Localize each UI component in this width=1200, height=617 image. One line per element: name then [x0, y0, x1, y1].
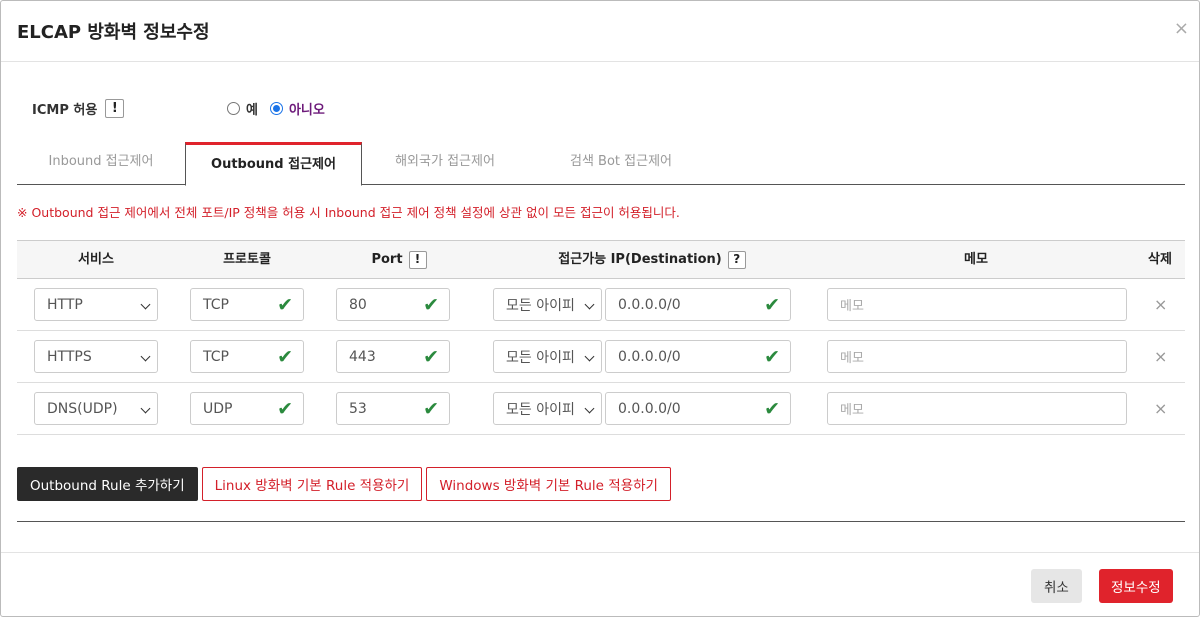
close-icon[interactable]: × — [1174, 18, 1189, 39]
delete-row-icon[interactable]: × — [1154, 399, 1167, 418]
header-destination-cell: 접근가능 IP(Destination)? — [479, 241, 825, 279]
service-select[interactable]: HTTP — [34, 288, 158, 321]
check-icon: ✔ — [277, 346, 293, 368]
icmp-label: ICMP 허용 — [32, 102, 98, 118]
outbound-notice: ※ Outbound 접근 제어에서 전체 포트/IP 정책을 허용 시 Inb… — [17, 205, 680, 220]
destination-help-icon[interactable]: ? — [727, 250, 746, 269]
header-port-cell: Port! — [319, 241, 479, 279]
port-info-icon[interactable]: ! — [408, 250, 427, 269]
check-icon: ✔ — [423, 294, 439, 316]
outbound-rule-table: 서비스 프로토콜 Port! 접근가능 IP(Destination)? 메모 … — [17, 240, 1185, 435]
tab-inbound[interactable]: Inbound 접근제어 — [17, 142, 185, 185]
ip-type-select[interactable]: 모든 아이피 — [493, 340, 602, 373]
ip-type-select[interactable]: 모든 아이피 — [493, 288, 602, 321]
cancel-button[interactable]: 취소 — [1031, 569, 1082, 603]
protocol-value: TCP — [203, 348, 229, 365]
save-button[interactable]: 정보수정 — [1099, 569, 1173, 603]
port-field[interactable]: 80 ✔ — [336, 288, 450, 321]
ip-type-select[interactable]: 모든 아이피 — [493, 392, 602, 425]
access-control-tabs: Inbound 접근제어 Outbound 접근제어 해외국가 접근제어 검색 … — [17, 142, 1185, 186]
protocol-value: UDP — [203, 400, 233, 417]
protocol-field[interactable]: TCP ✔ — [190, 288, 304, 321]
dialog-header: ELCAP 방화벽 정보수정 × — [1, 1, 1199, 62]
service-select[interactable]: DNS(UDP) — [34, 392, 158, 425]
protocol-field[interactable]: TCP ✔ — [190, 340, 304, 373]
header-port: Port — [371, 252, 403, 267]
ip-field[interactable]: 0.0.0.0/0 ✔ — [605, 340, 791, 373]
check-icon: ✔ — [764, 398, 780, 420]
port-value: 80 — [349, 296, 367, 313]
dialog-footer: 취소 정보수정 — [1, 552, 1199, 617]
add-outbound-rule-button[interactable]: Outbound Rule 추가하기 — [17, 467, 198, 501]
port-field[interactable]: 53 ✔ — [336, 392, 450, 425]
table-row: HTTP TCP ✔ 80 ✔ 모든 아이피 0.0.0.0/0 ✔ 메모 × — [17, 279, 1185, 331]
firewall-edit-dialog: ELCAP 방화벽 정보수정 × ICMP 허용 ! 예 아니오 Inbound… — [0, 0, 1200, 617]
exclamation-info-icon[interactable]: ! — [105, 98, 125, 118]
ip-value: 0.0.0.0/0 — [618, 400, 681, 417]
table-row: DNS(UDP) UDP ✔ 53 ✔ 모든 아이피 0.0.0.0/0 ✔ 메모 × — [17, 383, 1185, 435]
table-header: 서비스 프로토콜 Port! 접근가능 IP(Destination)? 메모 … — [17, 240, 1185, 279]
ip-field[interactable]: 0.0.0.0/0 ✔ — [605, 392, 791, 425]
header-memo: 메모 — [964, 252, 988, 267]
delete-row-icon[interactable]: × — [1154, 347, 1167, 366]
tab-foreign-country[interactable]: 해외국가 접근제어 — [362, 142, 528, 185]
table-row: HTTPS TCP ✔ 443 ✔ 모든 아이피 0.0.0.0/0 ✔ 메모 × — [17, 331, 1185, 383]
rule-action-buttons: Outbound Rule 추가하기 Linux 방화벽 기본 Rule 적용하… — [17, 467, 675, 501]
ip-value: 0.0.0.0/0 — [618, 348, 681, 365]
port-field[interactable]: 443 ✔ — [336, 340, 450, 373]
protocol-value: TCP — [203, 296, 229, 313]
section-divider — [17, 521, 1185, 522]
check-icon: ✔ — [764, 346, 780, 368]
service-select[interactable]: HTTPS — [34, 340, 158, 373]
check-icon: ✔ — [277, 294, 293, 316]
header-protocol: 프로토콜 — [223, 252, 271, 267]
tab-outbound[interactable]: Outbound 접근제어 — [185, 142, 362, 186]
icmp-setting: ICMP 허용 ! — [32, 97, 125, 119]
icmp-radio-group: 예 아니오 — [227, 99, 337, 118]
delete-row-icon[interactable]: × — [1154, 295, 1167, 314]
port-value: 53 — [349, 400, 367, 417]
ip-value: 0.0.0.0/0 — [618, 296, 681, 313]
icmp-no-radio[interactable] — [269, 102, 283, 115]
tab-search-bot[interactable]: 검색 Bot 접근제어 — [528, 142, 714, 185]
ip-field[interactable]: 0.0.0.0/0 ✔ — [605, 288, 791, 321]
memo-input[interactable]: 메모 — [827, 288, 1127, 321]
dialog-title: ELCAP 방화벽 정보수정 — [17, 22, 210, 43]
header-service: 서비스 — [78, 252, 114, 267]
memo-input[interactable]: 메모 — [827, 392, 1127, 425]
memo-input[interactable]: 메모 — [827, 340, 1127, 373]
protocol-field[interactable]: UDP ✔ — [190, 392, 304, 425]
icmp-no-label[interactable]: 아니오 — [289, 99, 325, 118]
apply-windows-default-button[interactable]: Windows 방화벽 기본 Rule 적용하기 — [426, 467, 671, 501]
header-destination: 접근가능 IP(Destination) — [558, 252, 722, 267]
icmp-yes-label[interactable]: 예 — [246, 99, 258, 118]
check-icon: ✔ — [764, 294, 780, 316]
icmp-yes-radio[interactable] — [227, 102, 240, 115]
header-delete: 삭제 — [1148, 252, 1172, 267]
check-icon: ✔ — [423, 346, 439, 368]
apply-linux-default-button[interactable]: Linux 방화벽 기본 Rule 적용하기 — [201, 467, 423, 501]
check-icon: ✔ — [277, 398, 293, 420]
check-icon: ✔ — [423, 398, 439, 420]
port-value: 443 — [349, 348, 376, 365]
